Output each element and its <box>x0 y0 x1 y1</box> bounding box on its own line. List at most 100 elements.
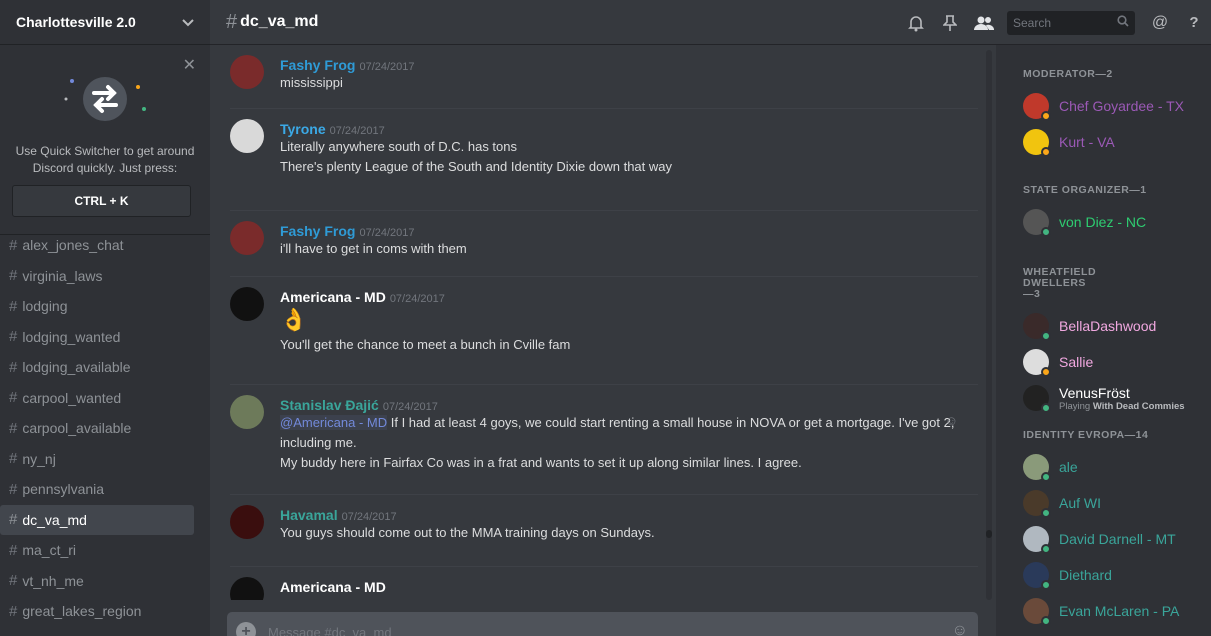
channel-label: vt_nh_me <box>22 572 84 589</box>
channel-name: dc_va_md <box>240 13 319 30</box>
message-item[interactable]: Fashy Frog 07/24/2017 i'll have to get in … <box>230 211 978 277</box>
scrollbar-track[interactable] <box>986 50 992 600</box>
member-item[interactable]: VenusFröst Playing With Dead Commies <box>996 380 1211 416</box>
hash-icon: # <box>226 10 238 33</box>
member-group-title: MODERATOR—2 <box>1023 68 1113 80</box>
message-author[interactable]: Tyrone <box>280 121 326 137</box>
channel-item-alex-jones-chat[interactable]: # alex_jones_chat <box>0 230 194 261</box>
member-item[interactable]: BellaDashwood <box>996 308 1211 344</box>
hash-icon: # <box>9 602 18 620</box>
avatar[interactable] <box>230 505 264 539</box>
member-item[interactable]: Auf WI <box>996 485 1211 521</box>
channel-label: carpool_wanted <box>22 389 122 406</box>
member-item[interactable]: Kurt - VA <box>996 124 1211 160</box>
add-reaction-icon[interactable]: ☺ <box>945 413 958 428</box>
status-indicator <box>1041 544 1051 554</box>
message-timestamp: 07/24/2017 <box>359 61 415 73</box>
channel-sidebar: Charlottesville 2.0 ✕ Use Quick Switcher… <box>0 0 210 636</box>
mention-icon[interactable]: @ <box>1143 0 1177 45</box>
message-input[interactable] <box>268 624 908 636</box>
member-group-title: STATE ORGANIZER—1 <box>1023 184 1147 196</box>
channel-item-vt-nh-me[interactable]: # vt_nh_me <box>0 566 194 597</box>
members-icon[interactable] <box>967 0 1001 45</box>
message-text: @Americana - MD If I had at least 4 goys… <box>280 415 955 450</box>
message-timestamp: 07/24/2017 <box>382 401 438 413</box>
message-item[interactable]: Havamal 07/24/2017 You guys should come ou… <box>230 495 978 567</box>
member-item[interactable]: Diethard <box>996 557 1211 593</box>
search-input[interactable]: Search <box>1007 10 1135 35</box>
channel-item-lodging[interactable]: # lodging <box>0 291 194 322</box>
member-list: MODERATOR—2 Chef Goyardee - TX Kurt - VA ST… <box>996 45 1211 636</box>
member-item[interactable]: ale <box>996 449 1211 485</box>
user-mention[interactable]: @Americana - MD <box>280 415 388 430</box>
hash-icon: # <box>9 389 18 407</box>
channel-label: dc_va_md <box>22 511 87 528</box>
avatar <box>1023 562 1051 590</box>
channel-item-dc-va-md[interactable]: # dc_va_md <box>0 504 194 535</box>
avatar[interactable] <box>230 221 264 255</box>
member-name: Sallie <box>1059 354 1094 370</box>
hash-icon: # <box>9 267 18 285</box>
pin-icon[interactable] <box>933 0 967 45</box>
message-item[interactable]: Fashy Frog 07/24/2017 mississippi <box>230 45 978 109</box>
avatar[interactable] <box>230 395 264 429</box>
message-text: There's plenty League of the South and I… <box>280 159 673 174</box>
channel-item-pennsylvania[interactable]: # pennsylvania <box>0 474 194 505</box>
channel-label: ma_ct_ri <box>22 542 77 559</box>
channel-item-carpool-wanted[interactable]: # carpool_wanted <box>0 383 194 414</box>
chevron-down-icon[interactable] <box>182 14 194 30</box>
channel-item-virginia-laws[interactable]: # virginia_laws <box>0 261 194 292</box>
avatar[interactable] <box>230 287 264 321</box>
server-header[interactable]: Charlottesville 2.0 <box>0 0 210 45</box>
message-composer: + ☺ <box>227 612 978 636</box>
hash-icon: # <box>9 450 18 468</box>
hash-icon: # <box>9 572 18 590</box>
channel-item-great-lakes-region[interactable]: # great_lakes_region <box>0 596 194 627</box>
message-timestamp: 07/24/2017 <box>359 227 415 239</box>
channel-item-carpool-available[interactable]: # carpool_available <box>0 413 194 444</box>
member-item[interactable]: Sallie <box>996 344 1211 380</box>
member-item[interactable]: Evan McLaren - PA <box>996 593 1211 629</box>
message-author[interactable]: Americana - MD <box>280 579 386 595</box>
member-item[interactable]: David Darnell - MT <box>996 521 1211 557</box>
member-activity: Playing With Dead Commies <box>1059 400 1185 412</box>
hash-icon: # <box>9 511 18 529</box>
message-author[interactable]: Fashy Frog <box>280 57 355 73</box>
avatar[interactable] <box>230 119 264 153</box>
scrollbar-thumb[interactable] <box>986 530 992 538</box>
channel-item-ny-nj[interactable]: # ny_nj <box>0 444 194 475</box>
help-icon[interactable]: ? <box>1177 0 1211 45</box>
message-author[interactable]: Americana - MD <box>280 289 386 305</box>
avatar <box>1023 385 1051 413</box>
emoji-picker-icon[interactable]: ☺ <box>952 622 968 636</box>
avatar <box>1023 349 1051 377</box>
avatar <box>1023 93 1051 121</box>
message-item[interactable]: Stanislav Đajić 07/24/2017 @Americana - MD… <box>230 385 978 495</box>
status-indicator <box>1041 111 1051 121</box>
channel-item-lodging-wanted[interactable]: # lodging_wanted <box>0 322 194 353</box>
member-group: STATE ORGANIZER—1 von Diez - NC <box>996 185 1211 240</box>
message-author[interactable]: Stanislav Đajić <box>280 397 379 413</box>
channel-item-lodging-available[interactable]: # lodging_available <box>0 352 194 383</box>
search-icon <box>1117 15 1129 30</box>
avatar[interactable] <box>230 577 264 600</box>
message-author[interactable]: Havamal <box>280 507 338 523</box>
message-author[interactable]: Fashy Frog <box>280 223 355 239</box>
message-item[interactable]: Americana - MD 07/24/2017 👌 You'll get the … <box>230 277 978 385</box>
channel-item-ma-ct-ri[interactable]: # ma_ct_ri <box>0 535 194 566</box>
member-group-title: WHEATFIELD DWELLERS—3 <box>1023 266 1097 300</box>
message-text: Literally anywhere south of D.C. has ton… <box>280 139 518 154</box>
upload-plus-icon[interactable]: + <box>236 622 256 636</box>
member-item[interactable]: Chef Goyardee - TX <box>996 88 1211 124</box>
close-icon[interactable]: ✕ <box>183 55 196 75</box>
message-list: Fashy Frog 07/24/2017 mississippi Tyrone 07/… <box>210 45 996 600</box>
avatar[interactable] <box>230 55 264 89</box>
hash-icon: # <box>9 236 18 254</box>
member-item[interactable]: von Diez - NC <box>996 204 1211 240</box>
message-item[interactable]: Tyrone 07/24/2017 Literally anywhere south… <box>230 109 978 211</box>
message-item[interactable]: Americana - MD <box>230 567 978 600</box>
member-name: ale <box>1059 459 1078 475</box>
bell-icon[interactable] <box>899 0 933 45</box>
member-name: von Diez - NC <box>1059 214 1147 230</box>
quick-switcher-shortcut[interactable]: CTRL + K <box>12 185 191 217</box>
